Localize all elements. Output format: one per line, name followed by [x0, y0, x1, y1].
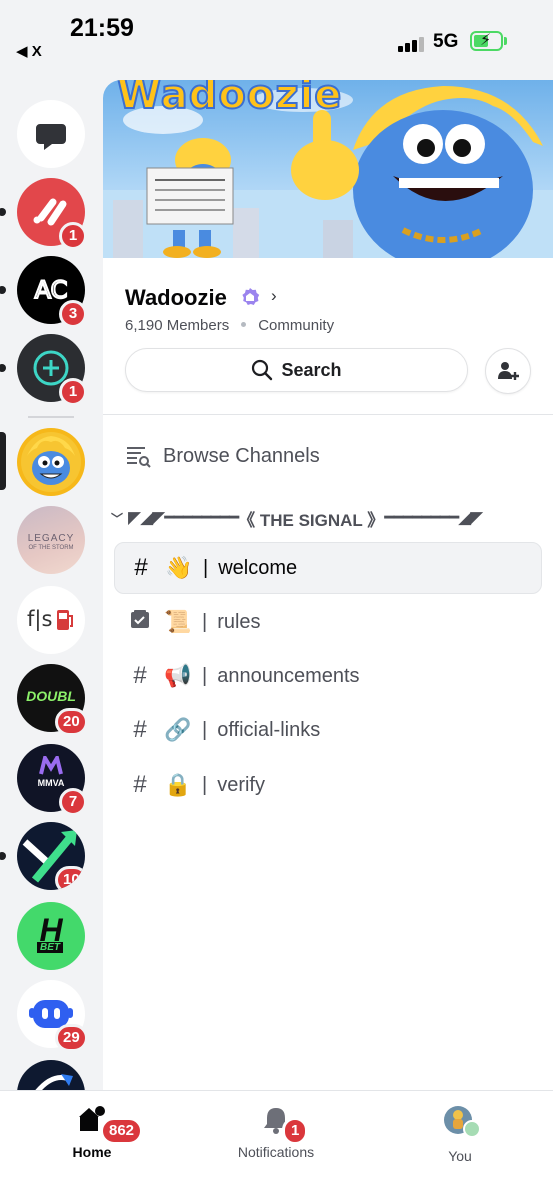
server-banner: Wadoozie	[103, 80, 553, 258]
channel-welcome[interactable]: # 👋 | welcome	[114, 542, 542, 594]
category-decor-left: ◤◢◤━━━━━━━━	[128, 508, 239, 527]
banner-title: Wadoozie	[116, 80, 343, 119]
unread-badge: 10	[55, 866, 85, 890]
mmva-logo-icon	[39, 756, 63, 775]
notifications-badge: 1	[282, 1117, 309, 1145]
wadoozie-mascot-icon	[21, 432, 81, 492]
mmva-logo-text: MMVA	[37, 778, 65, 788]
unread-badge: 1	[59, 222, 87, 250]
partial-logo-icon	[35, 1074, 73, 1090]
browse-channels-button[interactable]: Browse Channels	[125, 440, 320, 472]
browse-channels-icon	[127, 447, 151, 468]
avatar	[444, 1106, 481, 1138]
server-icon-red[interactable]: 1	[17, 178, 87, 250]
unread-indicator	[0, 852, 6, 860]
server-meta: 6,190 Members Community	[125, 317, 334, 334]
unread-indicator	[0, 364, 6, 372]
tab-you[interactable]: You	[436, 1105, 484, 1164]
unread-badge: 20	[55, 708, 88, 736]
channel-verify[interactable]: # 🔒 | verify	[114, 759, 542, 811]
category-decor-right: ━━━━━━━━◢◤	[384, 508, 483, 527]
hashtag-icon: #	[134, 554, 148, 581]
tab-you-label: You	[448, 1148, 472, 1164]
legacy-logo-subtext: OF THE STORM	[28, 545, 74, 551]
add-user-icon	[498, 362, 519, 380]
fuel-pump-icon	[57, 610, 73, 630]
search-button[interactable]: Search	[125, 348, 468, 392]
invite-members-button[interactable]	[485, 348, 531, 394]
hashtag-icon: #	[133, 716, 147, 743]
bottom-tab-bar: Home 862 Notifications 1 You	[0, 1090, 553, 1200]
category-the-signal[interactable]: ﹀ ◤◢◤━━━━━━━━ 《 THE SIGNAL 》 ━━━━━━━━◢◤	[111, 506, 483, 530]
community-badge-icon	[242, 288, 260, 305]
server-icon-partial[interactable]	[17, 1060, 85, 1090]
server-panel: Wadoozie Wadoozie › 6,190 Members Communi…	[103, 80, 553, 1090]
unread-indicator	[0, 208, 6, 216]
server-details-chevron-icon[interactable]: ›	[271, 286, 277, 306]
server-type: Community	[258, 317, 335, 334]
svg-text:AC: AC	[35, 276, 68, 304]
server-icon-hbet[interactable]: H BET	[17, 902, 85, 970]
server-icon-wadoozie[interactable]	[17, 428, 85, 496]
chevron-down-icon: ﹀	[111, 511, 124, 526]
fls-logo-text: f|s	[27, 607, 53, 631]
member-count: 6,190 Members	[125, 317, 230, 334]
search-label: Search	[281, 359, 342, 380]
server-icon-mmva[interactable]: MMVA 7	[17, 744, 87, 816]
channel-rules[interactable]: 📜 | rules	[114, 596, 542, 648]
server-icon-ac[interactable]: AC 3	[17, 256, 87, 328]
back-to-app[interactable]: ◀ X	[16, 42, 42, 60]
unread-indicator	[0, 286, 6, 294]
home-badge: 862	[100, 1117, 144, 1145]
channel-name: verify	[217, 773, 265, 796]
channel-name: announcements	[217, 664, 360, 687]
server-icon-legacy[interactable]: LEGACY OF THE STORM	[17, 506, 85, 574]
cellular-signal-icon	[398, 36, 426, 52]
search-icon	[252, 359, 273, 381]
direct-messages-button[interactable]	[17, 100, 85, 168]
server-rail: 1 AC 3 1 LEGACY OF THE STORM f|s DOUBL 2…	[0, 80, 103, 1090]
channel-emoji: 👋	[165, 555, 193, 580]
hashtag-icon: #	[133, 771, 147, 798]
active-server-indicator	[0, 432, 6, 490]
rules-channel-icon	[128, 608, 152, 637]
legacy-logo-text: LEGACY	[27, 533, 75, 544]
chat-bubble-icon	[36, 124, 66, 150]
channel-name: official-links	[217, 718, 321, 741]
channel-emoji: 🔗	[164, 717, 192, 742]
tab-notifications-label: Notifications	[237, 1144, 315, 1160]
doubl-logo-text: DOUBL	[26, 688, 76, 704]
network-type: 5G	[433, 31, 459, 52]
channel-official-links[interactable]: # 🔗 | official-links	[114, 704, 542, 756]
server-icon-fls[interactable]: f|s	[17, 586, 85, 654]
channel-announcements[interactable]: # 📢 | announcements	[114, 650, 542, 702]
channel-name: rules	[217, 610, 261, 633]
hashtag-icon: #	[133, 662, 147, 689]
hbet-logo-subtext: BET	[37, 942, 63, 953]
battery-icon: ⚡	[470, 31, 503, 51]
rail-divider	[28, 416, 74, 418]
server-name[interactable]: Wadoozie	[125, 285, 227, 311]
back-app-name: X	[31, 43, 42, 60]
channel-emoji: 📢	[164, 663, 192, 688]
server-icon-doubl[interactable]: DOUBL 20	[17, 664, 88, 736]
unread-badge: 1	[59, 378, 87, 406]
server-icon-plus[interactable]: 1	[17, 334, 87, 406]
channel-name: welcome	[218, 556, 298, 579]
category-label: 《 THE SIGNAL 》	[238, 510, 385, 530]
unread-badge: 29	[55, 1024, 88, 1052]
server-icon-arrow[interactable]: 10	[17, 822, 85, 890]
unread-badge: 7	[59, 788, 87, 816]
unread-badge: 3	[59, 300, 87, 328]
status-time: 21:59	[70, 14, 134, 42]
channel-emoji: 🔒	[164, 772, 192, 797]
channel-emoji: 📜	[164, 609, 192, 634]
server-icon-robot[interactable]: 29	[17, 980, 88, 1052]
browse-channels-label: Browse Channels	[163, 444, 320, 467]
status-bar: 21:59 ◀ X 5G ⚡	[0, 0, 553, 80]
panel-divider	[103, 414, 553, 415]
tab-home-label: Home	[72, 1144, 112, 1160]
tab-notifications[interactable]: Notifications	[226, 1105, 326, 1160]
